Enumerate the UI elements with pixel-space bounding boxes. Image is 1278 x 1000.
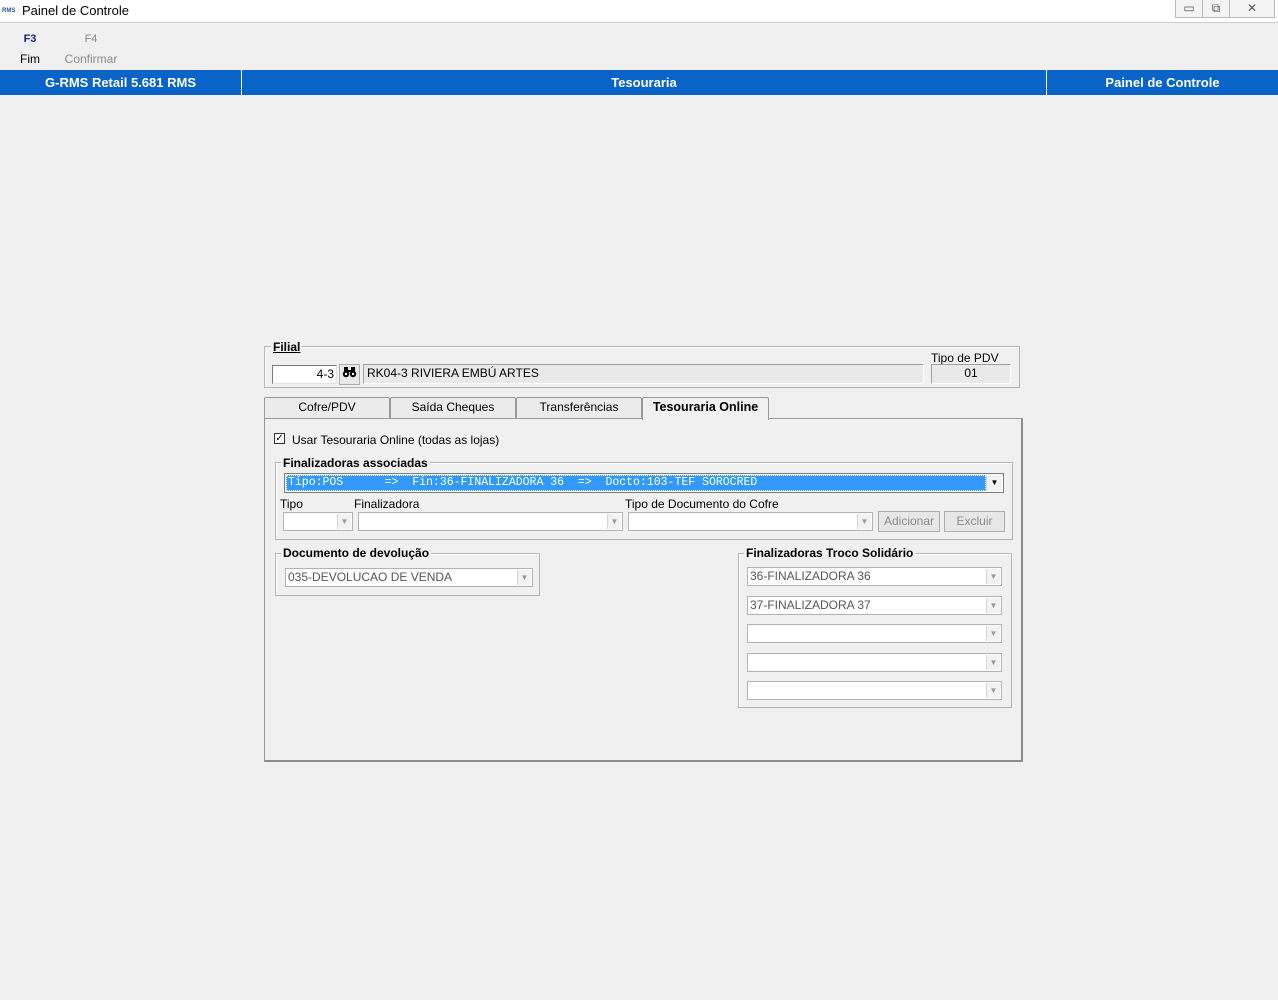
window-title: Painel de Controle xyxy=(22,3,129,18)
module-name: Tesouraria xyxy=(241,70,1046,95)
tab-cofre-pdv-label: Cofre/PDV xyxy=(298,400,356,414)
chevron-down-icon: ▼ xyxy=(607,514,621,529)
chevron-down-icon: ▼ xyxy=(986,683,1000,698)
tab-tesouraria-online[interactable]: Tesouraria Online xyxy=(642,397,769,420)
tipo-label: Tipo xyxy=(280,497,303,511)
close-icon[interactable]: ✕ xyxy=(1229,0,1275,18)
finalizadora-select[interactable]: ▼ xyxy=(358,512,623,531)
f3-key-label: F3 xyxy=(23,33,37,45)
confirmar-button[interactable]: F4 Confirmar xyxy=(61,30,121,68)
tab-transferencias-label: Transferências xyxy=(539,400,619,414)
chevron-down-icon: ▼ xyxy=(986,598,1000,613)
app-icon: RMS xyxy=(2,8,16,14)
adicionar-button[interactable]: Adicionar xyxy=(878,511,940,532)
chevron-down-icon: ▼ xyxy=(986,655,1000,670)
tab-saida-cheques[interactable]: Saída Cheques xyxy=(390,397,516,418)
tab-cofre-pdv[interactable]: Cofre/PDV xyxy=(264,397,390,418)
header-bar: G-RMS Retail 5.681 RMS Tesouraria Painel… xyxy=(0,70,1278,95)
documento-devolucao-title: Documento de devolução xyxy=(281,546,432,560)
chevron-down-icon: ▼ xyxy=(986,569,1000,584)
documento-devolucao-value: 035-DEVOLUCAO DE VENDA xyxy=(288,570,453,584)
troco-select-2[interactable]: 37-FINALIZADORA 37 ▼ xyxy=(747,596,1002,615)
filial-name-field: RK04-3 RIVIERA EMBÚ ARTES xyxy=(363,364,924,384)
minimize-icon[interactable]: ▭ xyxy=(1175,0,1203,18)
restore-icon[interactable]: ⧉ xyxy=(1202,0,1230,18)
finalizadoras-associadas-select[interactable]: Tipo:POS => Fin:36-FINALIZADORA 36 => Do… xyxy=(284,473,1004,493)
chevron-down-icon: ▼ xyxy=(337,514,351,529)
product-name: G-RMS Retail 5.681 RMS xyxy=(45,75,196,90)
excluir-button[interactable]: Excluir xyxy=(944,511,1005,532)
screen-name: Painel de Controle xyxy=(1046,70,1278,95)
tipo-select[interactable]: ▼ xyxy=(283,512,353,531)
finalizadora-selected-item: Tipo:POS => Fin:36-FINALIZADORA 36 => Do… xyxy=(286,475,986,491)
troco-select-1-value: 36-FINALIZADORA 36 xyxy=(750,569,871,583)
troco-select-2-value: 37-FINALIZADORA 37 xyxy=(750,598,871,612)
troco-solidario-title: Finalizadoras Troco Solidário xyxy=(744,546,916,560)
chevron-down-icon: ▼ xyxy=(857,514,871,529)
usar-tesouraria-checkbox[interactable]: ✓ xyxy=(274,433,285,444)
chevron-down-icon[interactable]: ▼ xyxy=(986,475,1002,491)
tab-tesouraria-online-label: Tesouraria Online xyxy=(652,400,759,414)
documento-devolucao-select[interactable]: 035-DEVOLUCAO DE VENDA ▼ xyxy=(285,568,533,587)
filial-code-input[interactable]: 4-3 xyxy=(272,365,337,384)
tipo-pdv-label: Tipo de PDV xyxy=(931,351,999,365)
filial-label: Filial xyxy=(271,340,303,354)
chevron-down-icon: ▼ xyxy=(986,626,1000,641)
troco-select-4[interactable]: ▼ xyxy=(747,653,1002,672)
tab-transferencias[interactable]: Transferências xyxy=(516,397,642,418)
title-bar: RMS Painel de Controle ▭ ⧉ ✕ xyxy=(0,0,1278,23)
finalizadora-label: Finalizadora xyxy=(354,497,420,511)
tipo-pdv-field: 01 xyxy=(931,364,1011,384)
finalizadoras-associadas-title: Finalizadoras associadas xyxy=(281,456,430,470)
confirmar-label: Confirmar xyxy=(64,52,118,66)
binoculars-icon[interactable] xyxy=(339,364,360,385)
chevron-down-icon: ▼ xyxy=(517,570,531,585)
troco-select-5[interactable]: ▼ xyxy=(747,681,1002,700)
f4-key-label: F4 xyxy=(84,33,98,45)
tab-saida-cheques-label: Saída Cheques xyxy=(411,400,495,414)
troco-select-3[interactable]: ▼ xyxy=(747,624,1002,643)
usar-tesouraria-label: Usar Tesouraria Online (todas as lojas) xyxy=(292,433,500,447)
troco-select-1[interactable]: 36-FINALIZADORA 36 ▼ xyxy=(747,567,1002,586)
tipo-documento-label: Tipo de Documento do Cofre xyxy=(625,497,779,511)
fim-label: Fim xyxy=(20,52,40,66)
tipo-documento-select[interactable]: ▼ xyxy=(628,512,873,531)
